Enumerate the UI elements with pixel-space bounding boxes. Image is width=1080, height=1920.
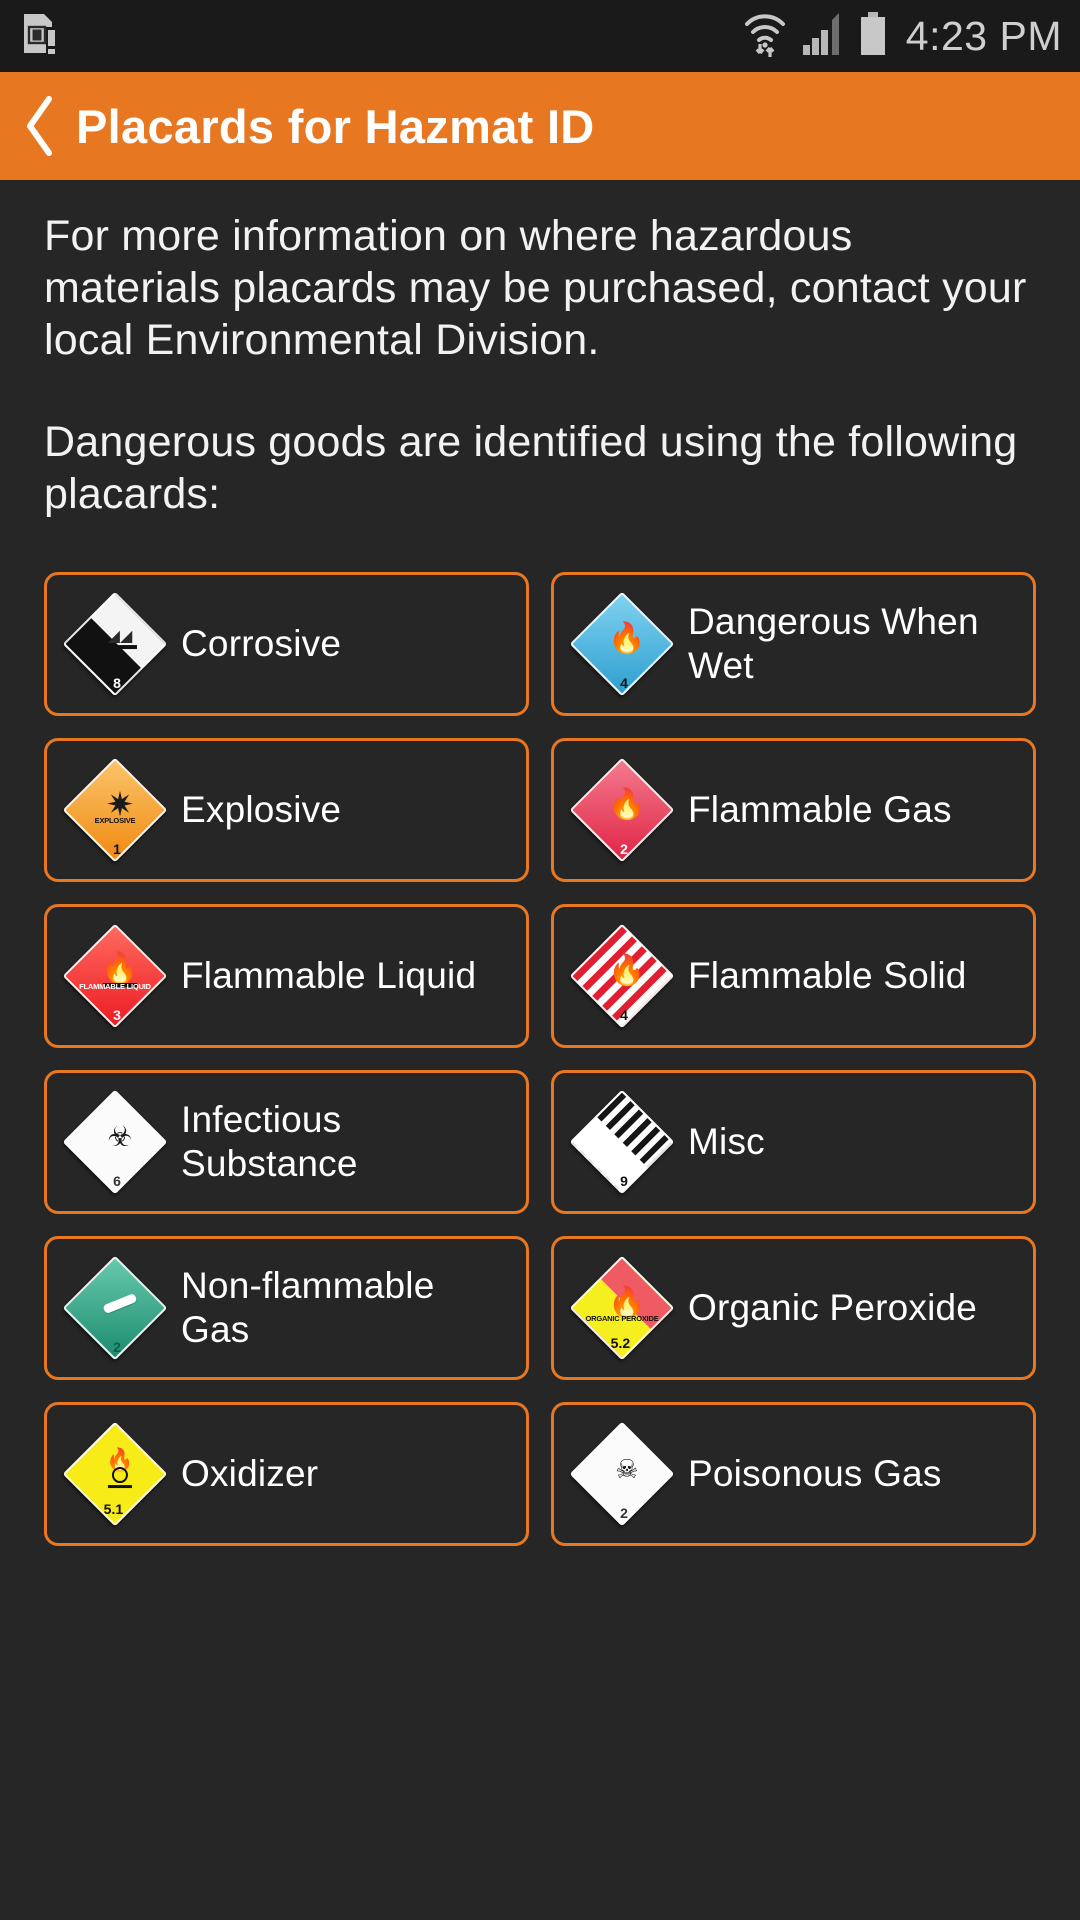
placard-label: Explosive <box>181 789 342 830</box>
placard-label: Non-flammable Gas <box>181 1265 435 1350</box>
placard-diamond-corrosive-icon: ◢◢ 8 <box>62 591 168 697</box>
placard-diamond-misc-icon: 9 <box>569 1089 675 1195</box>
placard-diamond-infectious-substance-icon: ☣ 6 <box>62 1089 168 1195</box>
action-bar: Placards for Hazmat ID <box>0 72 1080 180</box>
placard-label: Misc <box>688 1121 765 1162</box>
status-bar-left-icons <box>20 11 60 62</box>
page-title: Placards for Hazmat ID <box>76 99 595 153</box>
cellular-signal-icon <box>802 12 844 61</box>
sim-card-alert-icon <box>20 11 60 62</box>
placard-card[interactable]: ☠ 2 Poisonous Gas <box>551 1402 1036 1546</box>
placard-card[interactable]: 2 Non-flammable Gas <box>44 1236 529 1380</box>
placard-label: Corrosive <box>181 623 342 664</box>
placard-label: Dangerous When Wet <box>688 601 979 686</box>
status-bar-right-icons: 4:23 PM <box>742 10 1062 63</box>
placard-label: Oxidizer <box>181 1453 319 1494</box>
placard-card[interactable]: ◢◢ 8 Corrosive <box>44 572 529 716</box>
placard-card[interactable]: 🔥 4 Flammable Solid <box>551 904 1036 1048</box>
content-scroll-area[interactable]: For more information on where hazardous … <box>0 180 1080 1920</box>
placard-diamond-poisonous-gas-icon: ☠ 2 <box>569 1421 675 1527</box>
wifi-icon <box>742 10 788 63</box>
battery-icon <box>858 11 888 62</box>
placard-diamond-explosive-icon: ✷ EXPLOSIVE 1 <box>62 757 168 863</box>
info-paragraph-intro: Dangerous goods are identified using the… <box>44 418 1018 518</box>
placard-card[interactable]: 🔥 ORGANIC PEROXIDE 5.2 Organic Peroxide <box>551 1236 1036 1380</box>
placard-label: Flammable Solid <box>688 955 967 996</box>
status-bar: 4:23 PM <box>0 0 1080 72</box>
placard-card[interactable]: 🔥 4 Dangerous When Wet <box>551 572 1036 716</box>
placard-diamond-dangerous-when-wet-icon: 🔥 4 <box>569 591 675 697</box>
placard-diamond-flammable-solid-icon: 🔥 4 <box>569 923 675 1029</box>
placard-diamond-flammable-gas-icon: 🔥 2 <box>569 757 675 863</box>
placard-label: Flammable Gas <box>688 789 952 830</box>
placard-diamond-flammable-liquid-icon: 🔥 FLAMMABLE LIQUID 3 <box>62 923 168 1029</box>
placard-card[interactable]: 🔥 5.1 Oxidizer <box>44 1402 529 1546</box>
placard-grid: ◢◢ 8 Corrosive 🔥 4 Dangerous When Wet ✷ EXPLOSI… <box>44 572 1036 1546</box>
placard-card[interactable]: 🔥 2 Flammable Gas <box>551 738 1036 882</box>
placard-card[interactable]: ✷ EXPLOSIVE 1 Explosive <box>44 738 529 882</box>
status-bar-clock: 4:23 PM <box>905 12 1062 59</box>
placard-card[interactable]: 🔥 FLAMMABLE LIQUID 3 Flammable Liquid <box>44 904 529 1048</box>
placard-card[interactable]: 9 Misc <box>551 1070 1036 1214</box>
placard-label: Infectious Substance <box>181 1099 358 1184</box>
placard-diamond-non-flammable-gas-icon: 2 <box>62 1255 168 1361</box>
placard-card[interactable]: ☣ 6 Infectious Substance <box>44 1070 529 1214</box>
placard-diamond-oxidizer-icon: 🔥 5.1 <box>62 1421 168 1527</box>
placard-diamond-organic-peroxide-icon: 🔥 ORGANIC PEROXIDE 5.2 <box>569 1255 675 1361</box>
placard-label: Flammable Liquid <box>181 955 477 996</box>
info-paragraph-purchase: For more information on where hazardous … <box>44 212 1027 364</box>
back-chevron-icon <box>27 96 52 156</box>
placard-label: Organic Peroxide <box>688 1287 978 1328</box>
back-button[interactable] <box>14 91 66 161</box>
placard-label: Poisonous Gas <box>688 1453 942 1494</box>
